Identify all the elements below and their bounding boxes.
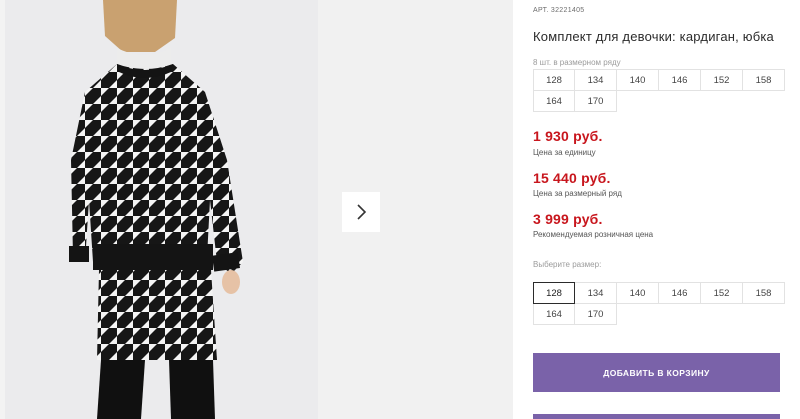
chevron-right-icon: [357, 204, 367, 220]
gallery-next-button[interactable]: [342, 192, 380, 232]
secondary-action-button[interactable]: [533, 414, 780, 419]
add-to-cart-button[interactable]: ДОБАВИТЬ В КОРЗИНУ: [533, 353, 780, 392]
retail-price-note: Рекомендуемая розничная цена: [533, 230, 654, 239]
product-gallery: [0, 0, 513, 419]
size-option[interactable]: 140: [616, 282, 659, 304]
set-price-note: Цена за размерный ряд: [533, 189, 622, 198]
assortment-size-grid: 128 134 140 146 152 158 164 170: [533, 69, 785, 112]
unit-price-note: Цена за единицу: [533, 148, 596, 157]
size-picker: 128 134 140 146 152 158 164 170: [533, 282, 785, 325]
assortment-size: 146: [658, 69, 701, 91]
size-option[interactable]: 164: [533, 303, 575, 325]
set-price: 15 440 руб.: [533, 170, 611, 186]
retail-price: 3 999 руб.: [533, 211, 603, 227]
assortment-size: 152: [700, 69, 743, 91]
assortment-size: 158: [742, 69, 785, 91]
assortment-size: 134: [574, 69, 617, 91]
assortment-size: 128: [533, 69, 575, 91]
product-title: Комплект для девочки: кардиган, юбка: [533, 29, 774, 44]
size-option[interactable]: 152: [700, 282, 743, 304]
size-option[interactable]: 158: [742, 282, 785, 304]
assortment-size: 170: [574, 90, 617, 112]
size-option[interactable]: 146: [658, 282, 701, 304]
choose-size-label: Выберите размер:: [533, 260, 602, 269]
unit-price: 1 930 руб.: [533, 128, 603, 144]
size-option-selected[interactable]: 128: [533, 282, 575, 304]
article-label: АРТ.: [533, 7, 549, 14]
article-number: 32221405: [550, 7, 585, 14]
article-line: АРТ. 32221405: [533, 7, 584, 14]
product-photo-illustration: [5, 0, 318, 419]
product-photo: [5, 0, 318, 419]
assortment-caption: 8 шт. в размерном ряду: [533, 58, 621, 67]
assortment-size: 140: [616, 69, 659, 91]
size-option[interactable]: 134: [574, 282, 617, 304]
product-info-panel: АРТ. 32221405 Комплект для девочки: кард…: [533, 0, 785, 419]
size-option[interactable]: 170: [574, 303, 617, 325]
assortment-size: 164: [533, 90, 575, 112]
